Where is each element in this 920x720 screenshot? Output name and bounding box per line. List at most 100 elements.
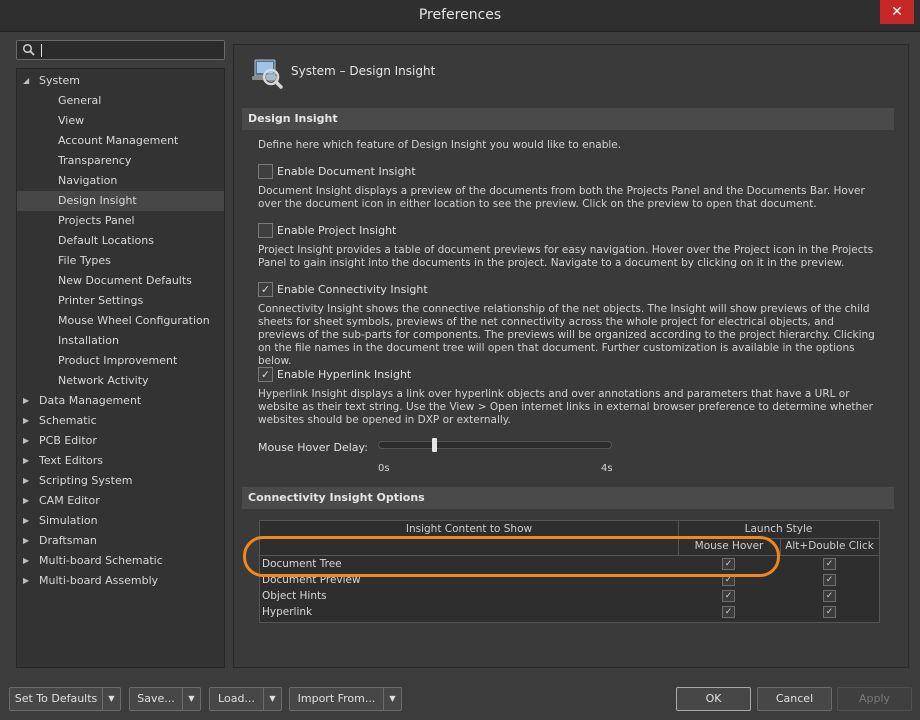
search-input[interactable] xyxy=(16,40,225,60)
tree-item-label: Scripting System xyxy=(39,474,133,487)
tree-item[interactable]: ▶ Data Management xyxy=(17,391,224,411)
import-from-button[interactable]: Import From... ▼ xyxy=(289,687,402,711)
tree-item[interactable]: ▶ Text Editors xyxy=(17,451,224,471)
load-button[interactable]: Load... ▼ xyxy=(209,687,282,711)
connectivity-options-header: Connectivity Insight Options xyxy=(242,487,894,509)
table-row: Object Hints ✓ ✓ xyxy=(260,588,879,604)
row-label: Hyperlink xyxy=(262,606,313,618)
highlight-annotation xyxy=(243,536,780,577)
tree-item[interactable]: ◢ System xyxy=(17,71,224,91)
chevron-down-icon[interactable]: ▼ xyxy=(182,688,200,710)
tree-item[interactable]: ▶ Multi-board Assembly xyxy=(17,571,224,591)
document-insight-label[interactable]: Enable Document Insight xyxy=(277,164,416,180)
hover-delay-slider-thumb[interactable] xyxy=(432,438,438,452)
tree-item[interactable]: Product Improvement xyxy=(17,351,224,371)
column-alt-double-click[interactable]: Alt+Double Click xyxy=(780,540,879,552)
connectivity-insight-checkbox[interactable]: ✓ xyxy=(258,282,273,297)
tree-item[interactable]: ▶ CAM Editor xyxy=(17,491,224,511)
tree-item[interactable]: General xyxy=(17,91,224,111)
tree-item-label: Draftsman xyxy=(39,534,97,547)
close-icon: ✕ xyxy=(891,4,903,20)
document-insight-checkbox[interactable] xyxy=(258,164,273,179)
tree-item[interactable]: Design Insight xyxy=(17,191,224,211)
tree-item-label: General xyxy=(58,94,102,107)
tree-item[interactable]: Installation xyxy=(17,331,224,351)
save-button[interactable]: Save... ▼ xyxy=(129,687,201,711)
tree-item-label: Multi-board Schematic xyxy=(39,554,163,567)
tree-item[interactable]: Default Locations xyxy=(17,231,224,251)
load-label: Load... xyxy=(218,692,255,705)
set-to-defaults-button[interactable]: Set To Defaults ▼ xyxy=(9,687,121,711)
tree-item[interactable]: Navigation xyxy=(17,171,224,191)
alt-double-click-checkbox[interactable]: ✓ xyxy=(823,606,836,618)
expanded-arrow-icon[interactable]: ◢ xyxy=(23,71,29,91)
tree-item[interactable]: Printer Settings xyxy=(17,291,224,311)
tree-item-label: Printer Settings xyxy=(58,294,144,307)
collapsed-arrow-icon[interactable]: ▶ xyxy=(23,491,29,511)
cancel-button[interactable]: Cancel xyxy=(757,687,832,711)
tree-item-label: New Document Defaults xyxy=(58,274,192,287)
mouse-hover-checkbox[interactable]: ✓ xyxy=(722,590,735,602)
chevron-down-icon[interactable]: ▼ xyxy=(383,688,401,710)
tree-item-label: Text Editors xyxy=(39,454,104,467)
design-insight-header: Design Insight xyxy=(242,108,894,130)
collapsed-arrow-icon[interactable]: ▶ xyxy=(23,551,29,571)
collapsed-arrow-icon[interactable]: ▶ xyxy=(23,471,29,491)
collapsed-arrow-icon[interactable]: ▶ xyxy=(23,511,29,531)
text-caret xyxy=(41,44,42,57)
collapsed-arrow-icon[interactable]: ▶ xyxy=(23,451,29,471)
collapsed-arrow-icon[interactable]: ▶ xyxy=(23,391,29,411)
project-insight-label[interactable]: Enable Project Insight xyxy=(277,223,396,239)
tree-item[interactable]: Account Management xyxy=(17,131,224,151)
mouse-hover-checkbox[interactable]: ✓ xyxy=(722,606,735,618)
hyperlink-insight-label[interactable]: Enable Hyperlink Insight xyxy=(277,367,411,383)
tree-item[interactable]: ▶ Schematic xyxy=(17,411,224,431)
tree-item-label: Multi-board Assembly xyxy=(39,574,159,587)
tree-item-label: Transparency xyxy=(58,154,132,167)
tree-item[interactable]: Mouse Wheel Configuration xyxy=(17,311,224,331)
tree-item[interactable]: View xyxy=(17,111,224,131)
tree-item-label: CAM Editor xyxy=(39,494,100,507)
hyperlink-insight-checkbox[interactable]: ✓ xyxy=(258,367,273,382)
alt-double-click-checkbox[interactable]: ✓ xyxy=(823,590,836,602)
tree-item[interactable]: Network Activity xyxy=(17,371,224,391)
connectivity-insight-label[interactable]: Enable Connectivity Insight xyxy=(277,282,428,298)
collapsed-arrow-icon[interactable]: ▶ xyxy=(23,571,29,591)
tree-item-label: Product Improvement xyxy=(58,354,178,367)
tree-item[interactable]: Projects Panel xyxy=(17,211,224,231)
chevron-down-icon[interactable]: ▼ xyxy=(263,688,281,710)
tree-item[interactable]: Transparency xyxy=(17,151,224,171)
tree-item[interactable]: ▶ Simulation xyxy=(17,511,224,531)
tree-item[interactable]: ▶ Scripting System xyxy=(17,471,224,491)
document-insight-description: Document Insight displays a preview of t… xyxy=(258,185,865,210)
collapsed-arrow-icon[interactable]: ▶ xyxy=(23,431,29,451)
tree-item[interactable]: ▶ Draftsman xyxy=(17,531,224,551)
tree-item-label: Mouse Wheel Configuration xyxy=(58,314,210,327)
connectivity-insight-description: Connectivity Insight shows the connectiv… xyxy=(258,303,875,367)
hover-delay-slider[interactable] xyxy=(378,441,612,449)
apply-button[interactable]: Apply xyxy=(837,687,912,711)
tree-item[interactable]: ▶ Multi-board Schematic xyxy=(17,551,224,571)
project-insight-checkbox[interactable] xyxy=(258,223,273,238)
ok-button[interactable]: OK xyxy=(676,687,751,711)
tree-item[interactable]: File Types xyxy=(17,251,224,271)
alt-double-click-checkbox[interactable]: ✓ xyxy=(823,574,836,586)
tree-item[interactable]: ▶ PCB Editor xyxy=(17,431,224,451)
tree-item[interactable]: New Document Defaults xyxy=(17,271,224,291)
search-icon xyxy=(22,43,35,56)
collapsed-arrow-icon[interactable]: ▶ xyxy=(23,411,29,431)
hover-delay-label: Mouse Hover Delay: xyxy=(258,441,368,454)
preferences-tree[interactable]: ◢ System General View Account Management Tran… xyxy=(16,68,225,668)
tree-item-label: Schematic xyxy=(39,414,97,427)
alt-double-click-checkbox[interactable]: ✓ xyxy=(823,558,836,570)
chevron-down-icon[interactable]: ▼ xyxy=(102,688,120,710)
set-to-defaults-label: Set To Defaults xyxy=(14,692,98,705)
tree-item-label: System xyxy=(39,74,81,87)
page-title: System – Design Insight xyxy=(291,64,436,78)
collapsed-arrow-icon[interactable]: ▶ xyxy=(23,531,29,551)
tree-item-label: Account Management xyxy=(58,134,179,147)
title-bar: Preferences ✕ xyxy=(0,0,920,32)
close-button[interactable]: ✕ xyxy=(880,0,914,24)
table-row: Hyperlink ✓ ✓ xyxy=(260,604,879,620)
tree-item-label: Navigation xyxy=(58,174,118,187)
